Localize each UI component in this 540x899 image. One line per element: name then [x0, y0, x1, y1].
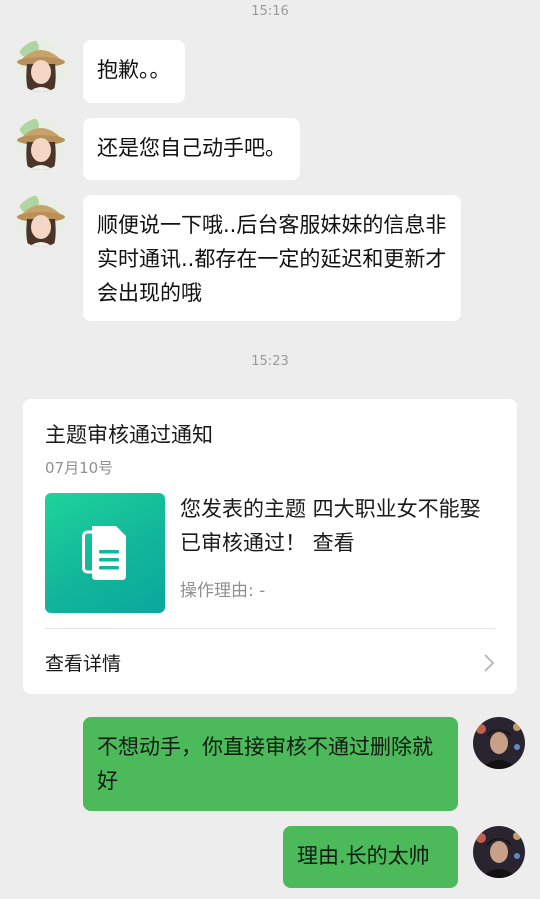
message-bubble[interactable]: 不想动手，你直接审核不通过删除就好 [83, 717, 458, 811]
message-bubble[interactable]: 顺便说一下哦..后台客服妹妹的信息非实时通讯..都存在一定的延迟和更新才会出现的… [83, 195, 461, 321]
my-avatar[interactable] [473, 717, 525, 769]
message-bubble[interactable]: 还是您自己动手吧。 [83, 118, 300, 180]
document-icon [45, 493, 165, 613]
my-avatar[interactable] [473, 826, 525, 878]
approval-notification-card[interactable]: 主题审核通过通知 07月10号 您发表的主题 四大职业女不能娶 已审核通过！ 查… [23, 399, 517, 694]
message-bubble[interactable]: 理由.长的太帅 [283, 826, 458, 888]
timestamp: 15:23 [251, 354, 289, 369]
card-divider [45, 628, 495, 629]
view-details-link[interactable]: 查看详情 [45, 649, 121, 676]
timestamp: 15:16 [251, 4, 289, 19]
chevron-right-icon[interactable] [483, 653, 495, 673]
message-bubble[interactable]: 抱歉。。 [83, 40, 185, 103]
card-message: 您发表的主题 四大职业女不能娶 已审核通过！ 查看 [180, 497, 481, 555]
contact-avatar[interactable] [15, 195, 67, 247]
card-title: 主题审核通过通知 [45, 423, 213, 447]
card-date: 07月10号 [45, 459, 114, 477]
contact-avatar[interactable] [15, 40, 67, 92]
contact-avatar[interactable] [15, 118, 67, 170]
card-reason: 操作理由: - [180, 581, 266, 601]
